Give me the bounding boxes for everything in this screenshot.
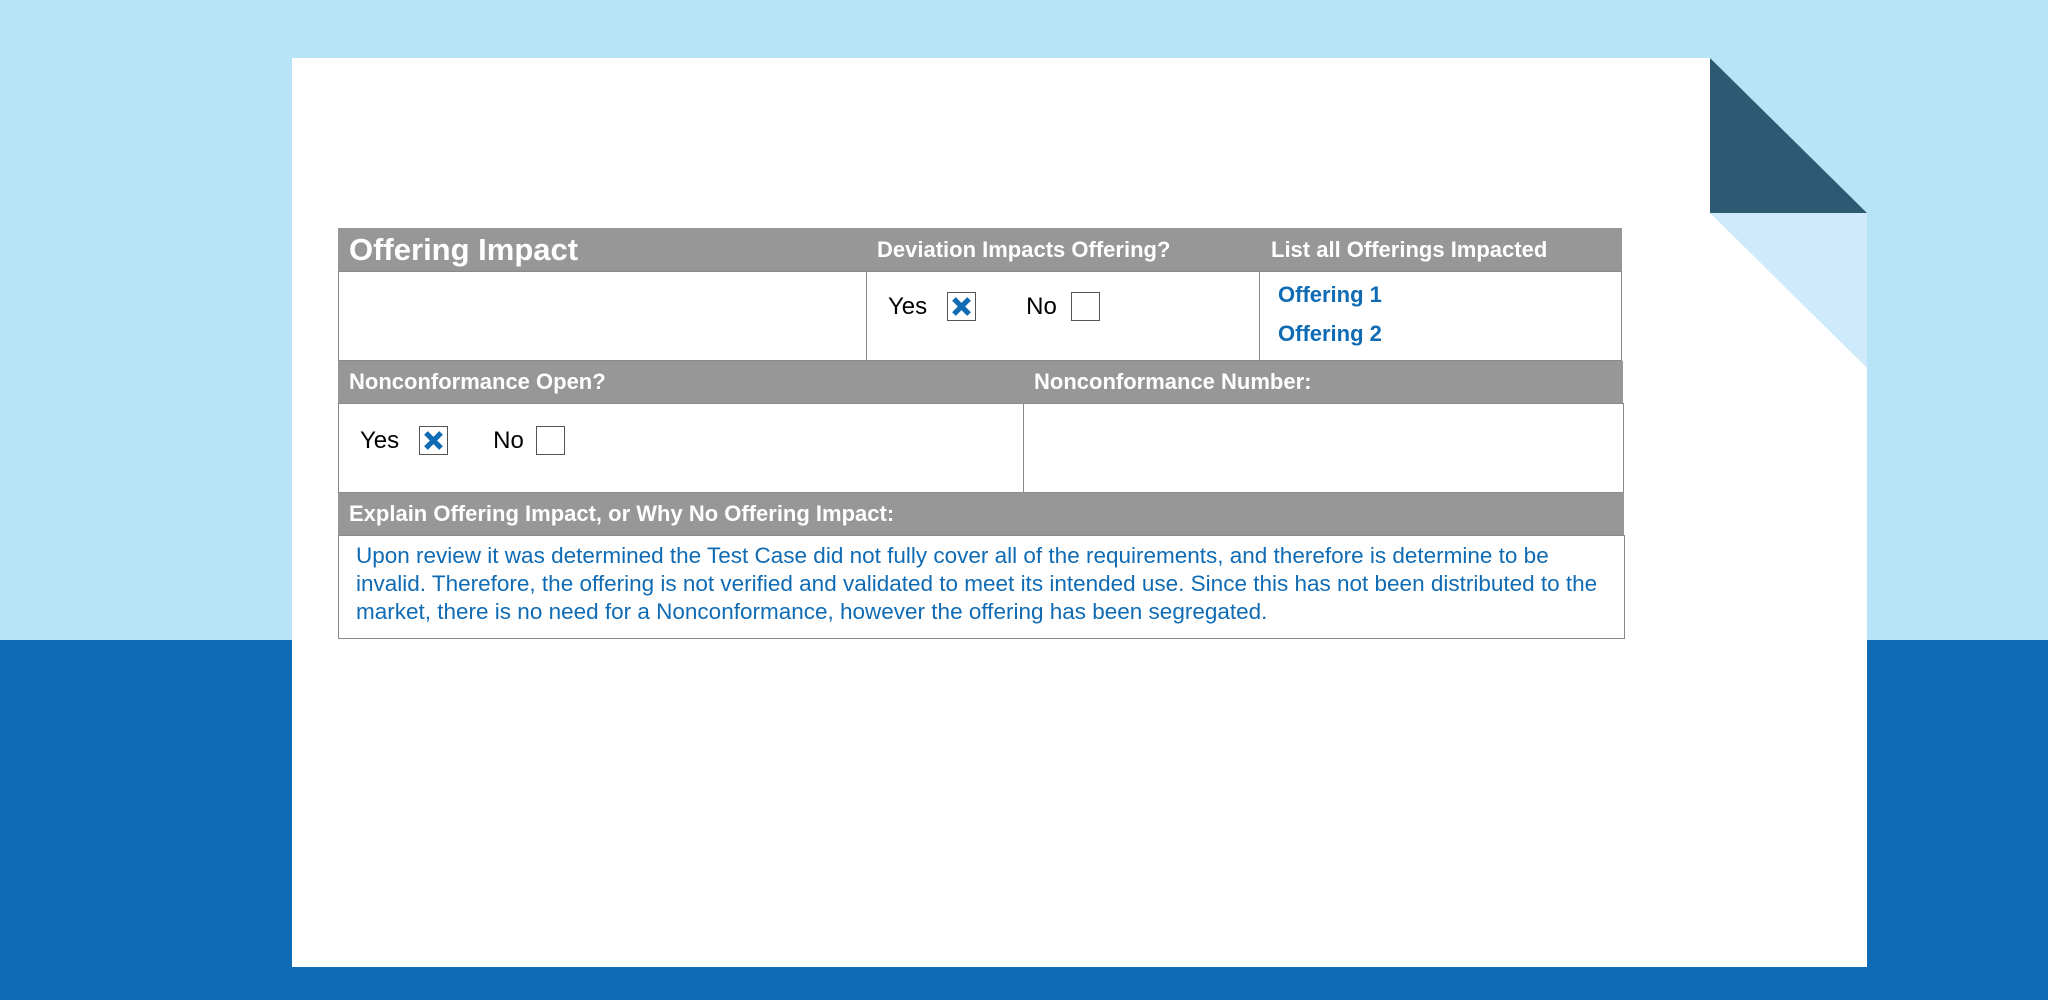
deviation-yes-checkbox[interactable]	[947, 292, 977, 321]
nc-no-label: No	[493, 426, 524, 454]
nc-yes-label: Yes	[360, 426, 400, 454]
explain-header-row: Explain Offering Impact, or Why No Offer…	[338, 493, 1624, 535]
deviation-choice-cell: Yes No	[866, 272, 1259, 360]
x-mark-icon	[952, 297, 972, 316]
offerings-header: List all Offerings Impacted	[1271, 236, 1548, 262]
empty-cell	[339, 272, 866, 360]
offering-impact-header-row: Offering Impact Deviation Impacts Offeri…	[338, 228, 1622, 271]
deviation-no-checkbox[interactable]	[1070, 292, 1100, 321]
nc-open-choice-cell: Yes No	[339, 404, 1023, 492]
deviation-no-label: No	[1026, 292, 1057, 320]
offering-impact-body-row: Yes No Offering 1 Offering 2	[338, 271, 1622, 361]
offering-item: Offering 1	[1278, 282, 1382, 307]
explain-body-row: Upon review it was determined the Test C…	[338, 535, 1625, 639]
nc-number-field[interactable]	[1023, 404, 1623, 492]
section-title: Offering Impact	[349, 231, 579, 267]
nc-number-header: Nonconformance Number:	[1034, 369, 1312, 394]
nc-yes-checkbox[interactable]	[419, 426, 449, 455]
nonconformance-header-row: Nonconformance Open? Nonconformance Numb…	[338, 361, 1623, 403]
explain-text: Upon review it was determined the Test C…	[356, 543, 1598, 624]
deviation-yes-label: Yes	[888, 292, 928, 320]
deviation-header: Deviation Impacts Offering?	[877, 236, 1171, 262]
offering-item: Offering 2	[1278, 321, 1382, 346]
offerings-list-cell: Offering 1 Offering 2	[1259, 272, 1621, 360]
x-mark-icon	[424, 431, 444, 450]
nonconformance-body-row: Yes No	[338, 403, 1624, 493]
nc-open-header: Nonconformance Open?	[349, 369, 606, 394]
nc-no-checkbox[interactable]	[535, 426, 565, 455]
explain-header: Explain Offering Impact, or Why No Offer…	[349, 501, 895, 526]
